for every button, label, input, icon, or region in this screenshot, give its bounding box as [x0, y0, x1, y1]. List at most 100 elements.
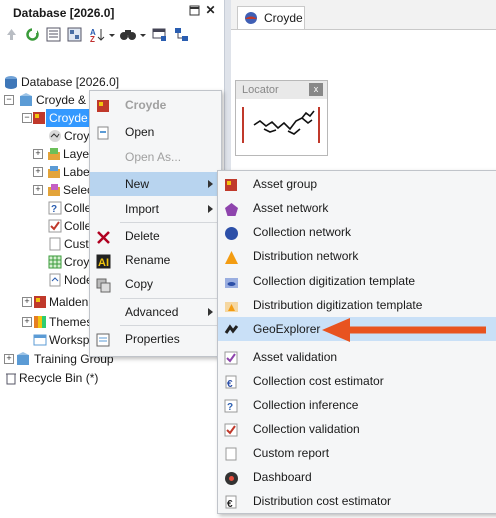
tree-node-label: Croyde	[46, 109, 91, 127]
collapse-icon[interactable]: −	[22, 113, 32, 123]
menu-item-label: Open As...	[125, 150, 182, 164]
submenu-item-label: Collection validation	[253, 422, 360, 436]
expand-icon[interactable]: +	[22, 317, 32, 327]
cost-estimator-icon: €	[224, 494, 239, 510]
close-icon[interactable]: ✕	[204, 4, 217, 17]
submenu-item-collection-validation[interactable]: Collection validation	[218, 417, 496, 441]
report-icon	[224, 446, 239, 461]
sort-az-icon[interactable]: AZ	[90, 27, 105, 44]
menu-item-label: Copy	[125, 277, 154, 291]
submenu-item-label: Distribution cost estimator	[253, 494, 392, 508]
expand-icon[interactable]: +	[33, 185, 43, 195]
find-dropdown-icon[interactable]	[139, 27, 147, 42]
properties-icon	[96, 332, 111, 347]
menu-item-delete[interactable]: Delete	[90, 224, 221, 248]
rename-icon: AI	[96, 253, 111, 269]
asset-network-icon	[224, 201, 239, 216]
submenu-item-label: Collection cost estimator	[253, 374, 384, 388]
submenu-item-collection-cost-estimator[interactable]: € Collection cost estimator	[218, 369, 496, 393]
panel-toolbar: AZ	[0, 24, 224, 46]
collection-network-icon	[224, 225, 239, 240]
network-group-icon	[16, 352, 30, 366]
submenu-item-distribution-cost-estimator[interactable]: € Distribution cost estimator	[218, 489, 496, 513]
submenu-item-distribution-digitization-template[interactable]: Distribution digitization template	[218, 293, 496, 317]
submenu-item-asset-validation[interactable]: Asset validation	[218, 345, 496, 369]
tab-croyde[interactable]: Croyde	[237, 6, 305, 29]
menu-item-copy[interactable]: Copy	[90, 272, 221, 296]
panel-title: Database [2026.0]	[13, 6, 115, 20]
menu-item-label: Advanced	[125, 305, 179, 319]
svg-text:Z: Z	[90, 35, 95, 42]
locator-titlebar: Locator x	[236, 81, 327, 99]
menu-item-label: Properties	[125, 332, 180, 346]
submenu-item-collection-network[interactable]: Collection network	[218, 220, 496, 244]
menu-item-new[interactable]: New	[90, 172, 221, 196]
tree-node-label: Croy	[64, 255, 90, 269]
list-view-icon[interactable]	[46, 27, 61, 42]
asset-group-icon	[33, 295, 47, 309]
locator-title: Locator	[242, 84, 279, 96]
menu-item-label: Delete	[125, 229, 160, 243]
submenu-item-collection-inference[interactable]: ? Collection inference	[218, 393, 496, 417]
expand-icon[interactable]: +	[33, 149, 43, 159]
pin-icon[interactable]	[188, 4, 201, 17]
geoplan-icon	[48, 129, 62, 143]
tree-node-label: Colle	[64, 201, 92, 215]
grid-view-icon[interactable]	[67, 27, 82, 42]
menu-separator	[120, 298, 218, 299]
menu-item-label: Rename	[125, 253, 171, 267]
context-menu: Croyde Open Open As... New Import Delete…	[89, 90, 222, 357]
submenu-item-label: Custom report	[253, 446, 330, 460]
menu-item-rename[interactable]: AI Rename	[90, 248, 221, 272]
menu-item-import[interactable]: Import	[90, 197, 221, 221]
submenu-arrow-icon	[208, 180, 213, 188]
submenu-item-label: Collection digitization template	[253, 274, 416, 288]
collapse-icon[interactable]: −	[4, 95, 14, 105]
locator-map[interactable]	[236, 99, 327, 155]
database-icon	[4, 75, 18, 89]
refresh-icon[interactable]	[25, 27, 40, 42]
menu-item-label: Import	[125, 202, 160, 216]
menu-item-properties[interactable]: Properties	[90, 327, 221, 351]
submenu-item-asset-network[interactable]: Asset network	[218, 196, 496, 220]
expand-icon[interactable]: +	[4, 354, 14, 364]
asset-group-icon	[96, 98, 111, 113]
expand-icon[interactable]: +	[33, 167, 43, 177]
hierarchy-icon[interactable]	[174, 27, 189, 42]
selection-list-icon	[47, 183, 61, 197]
expand-icon[interactable]: +	[22, 297, 32, 307]
window-icon[interactable]	[152, 27, 167, 42]
tree-node-label: Croy	[64, 129, 90, 143]
up-arrow-icon[interactable]	[4, 27, 19, 42]
tree-node-label: Database [2026.0]	[21, 75, 120, 89]
tree-node-database[interactable]: Database [2026.0]	[4, 73, 204, 91]
binoculars-icon[interactable]	[119, 27, 137, 42]
close-icon[interactable]: x	[309, 83, 323, 96]
menu-item-open[interactable]: Open	[90, 120, 221, 144]
locator-window: Locator x	[235, 80, 328, 156]
inference-icon: ?	[224, 398, 239, 413]
svg-text:?: ?	[51, 204, 57, 215]
submenu-item-collection-digitization-template[interactable]: Collection digitization template	[218, 269, 496, 293]
submenu-item-custom-report[interactable]: Custom report	[218, 441, 496, 465]
menu-item-label: New	[125, 177, 150, 191]
sort-dropdown-icon[interactable]	[108, 27, 116, 42]
asset-group-icon	[224, 177, 239, 192]
submenu-item-distribution-network[interactable]: Distribution network	[218, 244, 496, 268]
submenu-item-label: Asset network	[253, 201, 329, 215]
tree-node-label: Worksp	[49, 333, 90, 347]
workspace-icon	[33, 333, 47, 347]
template-icon	[224, 298, 239, 313]
submenu-item-asset-group[interactable]: Asset group	[218, 172, 496, 196]
validation-icon	[224, 422, 239, 437]
inference-icon: ?	[48, 201, 62, 215]
submenu-item-dashboard[interactable]: Dashboard	[218, 465, 496, 489]
callout-arrow-icon	[322, 318, 486, 342]
menu-item-open-as: Open As...	[90, 145, 221, 169]
validation-icon	[224, 350, 239, 365]
copy-icon	[96, 277, 111, 293]
panel-header: Database [2026.0] ✕	[0, 0, 224, 24]
menu-item-advanced[interactable]: Advanced	[90, 300, 221, 324]
template-icon	[224, 274, 239, 289]
tree-node-label: Colle	[64, 219, 92, 233]
